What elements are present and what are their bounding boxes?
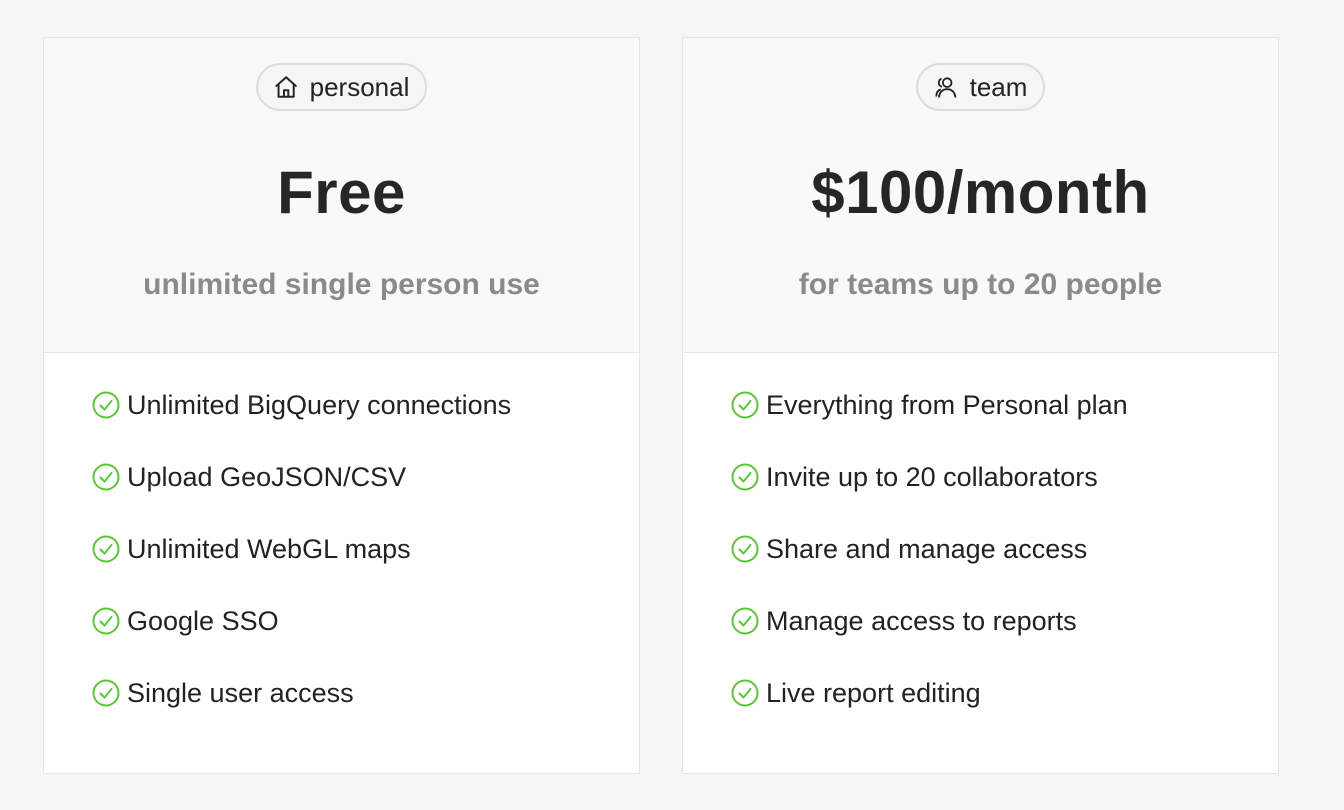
plan-price: Free — [277, 159, 406, 226]
plan-subtitle: unlimited single person use — [143, 268, 540, 301]
feature-list: Everything from Personal plan Invite up … — [683, 353, 1278, 747]
plan-price: $100/month — [811, 159, 1150, 226]
feature-item: Unlimited WebGL maps — [91, 531, 639, 603]
check-circle-icon — [730, 534, 760, 564]
feature-label: Invite up to 20 collaborators — [766, 462, 1098, 492]
feature-item: Invite up to 20 collaborators — [730, 459, 1278, 531]
feature-label: Google SSO — [127, 606, 279, 636]
check-circle-icon — [91, 606, 121, 636]
plan-badge-personal: personal — [255, 63, 428, 111]
feature-label: Unlimited WebGL maps — [127, 534, 411, 564]
home-icon — [272, 73, 300, 101]
plan-subtitle: for teams up to 20 people — [798, 268, 1163, 301]
feature-label: Unlimited BigQuery connections — [127, 390, 512, 420]
check-circle-icon — [91, 678, 121, 708]
plan-badge-team: team — [915, 63, 1046, 111]
feature-label: Live report editing — [766, 678, 981, 708]
plan-badge-label: team — [969, 71, 1028, 102]
feature-item: Live report editing — [730, 675, 1278, 747]
users-icon — [932, 73, 960, 101]
feature-label: Single user access — [127, 678, 354, 708]
feature-item: Upload GeoJSON/CSV — [91, 459, 639, 531]
check-circle-icon — [730, 678, 760, 708]
feature-label: Everything from Personal plan — [766, 390, 1128, 420]
feature-item: Unlimited BigQuery connections — [91, 387, 639, 459]
feature-label: Share and manage access — [766, 534, 1088, 564]
check-circle-icon — [91, 390, 121, 420]
plan-card-personal: personal Free unlimited single person us… — [43, 37, 640, 774]
check-circle-icon — [730, 462, 760, 492]
feature-item: Everything from Personal plan — [730, 387, 1278, 459]
plan-header: personal Free unlimited single person us… — [44, 38, 639, 353]
plan-card-team: team $100/month for teams up to 20 peopl… — [682, 37, 1279, 774]
feature-item: Manage access to reports — [730, 603, 1278, 675]
check-circle-icon — [91, 534, 121, 564]
feature-item: Google SSO — [91, 603, 639, 675]
plan-header: team $100/month for teams up to 20 peopl… — [683, 38, 1278, 353]
plan-badge-label: personal — [309, 71, 410, 102]
feature-label: Upload GeoJSON/CSV — [127, 462, 407, 492]
feature-list: Unlimited BigQuery connections Upload Ge… — [44, 353, 639, 747]
feature-label: Manage access to reports — [766, 606, 1077, 636]
check-circle-icon — [730, 390, 760, 420]
check-circle-icon — [730, 606, 760, 636]
check-circle-icon — [91, 462, 121, 492]
feature-item: Single user access — [91, 675, 639, 747]
feature-item: Share and manage access — [730, 531, 1278, 603]
pricing-plans: personal Free unlimited single person us… — [43, 37, 1279, 774]
